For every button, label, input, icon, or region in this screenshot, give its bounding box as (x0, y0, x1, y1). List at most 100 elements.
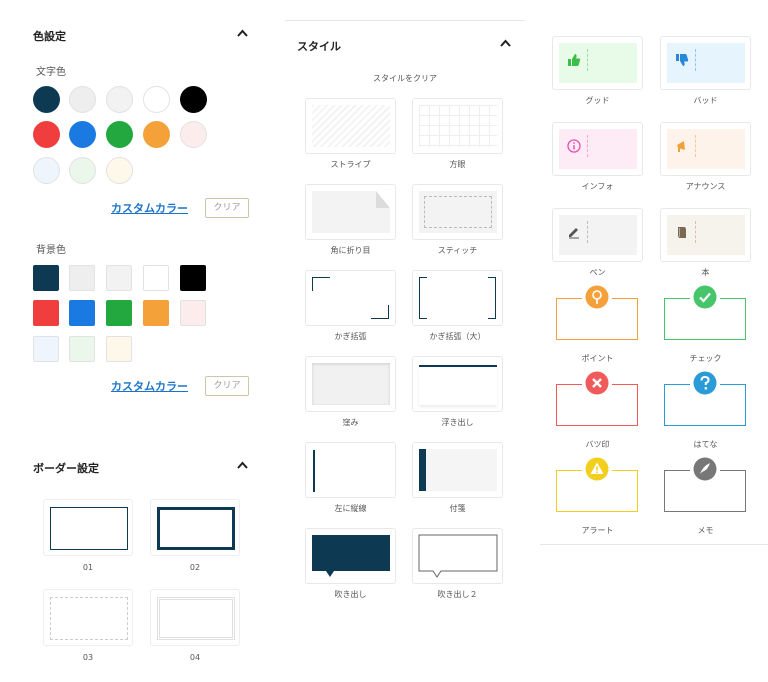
box-style-announce[interactable] (660, 122, 751, 176)
box-style-label: はてな (693, 440, 718, 449)
bg-color-label: 背景色 (36, 245, 66, 256)
bg-color-swatch-white[interactable] (143, 265, 169, 291)
border-option-03[interactable] (43, 589, 133, 646)
text-color-swatch-pale-blue[interactable] (33, 157, 60, 184)
text-color-swatch-lighter-gray[interactable] (106, 86, 133, 113)
clear-text-color-button[interactable]: クリア (205, 198, 249, 218)
divider (695, 135, 696, 157)
style-label: かぎ括弧（大） (429, 332, 486, 341)
border-preview (50, 507, 128, 550)
style-panel: スタイル スタイルをクリア ストライプ 方眼 角に折り目 スティッチ かぎ括弧 … (285, 20, 525, 682)
text-color-swatch-pale-yellow[interactable] (106, 157, 133, 184)
text-color-swatch-white[interactable] (143, 86, 170, 113)
speech-bubble-preview (312, 535, 390, 577)
cross-icon (585, 371, 609, 395)
box-style-good[interactable] (552, 36, 643, 90)
bg-color-swatch-light-gray[interactable] (69, 265, 95, 291)
box-style-label: アラート (581, 526, 614, 535)
indent-preview (312, 363, 390, 405)
style-grid[interactable] (412, 98, 503, 154)
box-style-pen[interactable] (552, 208, 643, 262)
thumbs-down-icon (676, 54, 689, 66)
chevron-up-icon[interactable] (500, 39, 511, 49)
box-style-check[interactable] (660, 284, 751, 350)
box-style-label: グッド (585, 96, 610, 105)
box-style-point[interactable] (552, 284, 643, 350)
text-color-swatch-pale-red[interactable] (180, 121, 207, 148)
border-option-04[interactable] (150, 589, 240, 646)
text-color-swatch-black[interactable] (180, 86, 207, 113)
bg-color-swatch-orange[interactable] (143, 300, 169, 326)
style-speech-bubble-2[interactable] (412, 528, 503, 584)
text-color-swatch-orange[interactable] (143, 121, 170, 148)
fold-mark (376, 191, 390, 208)
pin-icon (585, 285, 609, 309)
box-style-cross[interactable] (552, 370, 643, 436)
text-color-swatch-navy[interactable] (33, 86, 60, 113)
book-icon (678, 227, 686, 238)
box-style-memo[interactable] (660, 456, 751, 522)
style-folded-corner[interactable] (305, 184, 396, 240)
bg-color-swatch-lighter-gray[interactable] (106, 265, 132, 291)
megaphone-icon (677, 141, 685, 152)
text-color-swatch-pale-green[interactable] (69, 157, 96, 184)
style-label: 角に折り目 (330, 246, 371, 255)
style-kagi-kakko-large[interactable] (412, 270, 503, 326)
style-kagi-kakko[interactable] (305, 270, 396, 326)
text-color-swatch-light-gray[interactable] (69, 86, 96, 113)
style-emboss[interactable] (412, 356, 503, 412)
custom-bg-color-link[interactable]: カスタムカラー (111, 378, 188, 394)
bg-color-swatch-navy[interactable] (33, 265, 59, 291)
divider (587, 49, 588, 71)
box-style-bad[interactable] (660, 36, 751, 90)
box-style-alert[interactable] (552, 456, 643, 522)
style-stripe[interactable] (305, 98, 396, 154)
border-option-label: 02 (189, 563, 201, 572)
box-style-question[interactable] (660, 370, 751, 436)
style-label: かぎ括弧 (334, 332, 367, 341)
bracket-open (419, 277, 427, 319)
clear-bg-color-button[interactable]: クリア (205, 376, 249, 396)
border-preview (50, 597, 128, 640)
thumbs-up-icon (568, 54, 581, 66)
bracket-close (488, 277, 496, 319)
style-left-line[interactable] (305, 442, 396, 498)
speech-bubble-2-preview (418, 534, 498, 578)
text-color-swatch-red[interactable] (33, 121, 60, 148)
box-style-label: バツ印 (585, 440, 610, 449)
color-settings-title: 色設定 (33, 30, 66, 43)
style-sticky-note[interactable] (412, 442, 503, 498)
divider (695, 221, 696, 243)
box-style-label: ペン (589, 268, 606, 277)
box-style-book[interactable] (660, 208, 751, 262)
style-indent[interactable] (305, 356, 396, 412)
bg-color-swatch-pale-red[interactable] (180, 300, 206, 326)
chevron-up-icon[interactable] (237, 29, 248, 39)
box-style-info[interactable] (552, 122, 643, 176)
border-settings-title: ボーダー設定 (33, 462, 99, 475)
bg-color-swatch-pale-yellow[interactable] (106, 336, 132, 362)
bg-color-swatch-pale-green[interactable] (69, 336, 95, 362)
text-color-swatch-blue[interactable] (69, 121, 96, 148)
text-color-swatch-green[interactable] (106, 121, 133, 148)
clear-style-button[interactable]: スタイルをクリア (285, 73, 525, 84)
bg-color-swatch-pale-blue[interactable] (33, 336, 59, 362)
border-option-01[interactable] (43, 499, 133, 556)
bg-color-swatch-black[interactable] (180, 265, 206, 291)
box-style-label: バッド (693, 96, 718, 105)
sticky-body (426, 449, 497, 491)
custom-color-link[interactable]: カスタムカラー (111, 200, 188, 216)
sticky-tab (419, 449, 426, 491)
alert-icon (585, 457, 609, 481)
style-stitch[interactable] (412, 184, 503, 240)
border-option-02[interactable] (150, 499, 240, 556)
style-label: ストライプ (330, 160, 371, 169)
chevron-up-icon[interactable] (237, 461, 248, 471)
border-option-label: 04 (189, 653, 201, 662)
bg-color-swatch-green[interactable] (106, 300, 132, 326)
bg-color-swatch-red[interactable] (33, 300, 59, 326)
border-preview (157, 507, 235, 550)
style-speech-bubble[interactable] (305, 528, 396, 584)
bg-color-swatch-blue[interactable] (69, 300, 95, 326)
left-line-preview (313, 450, 315, 492)
